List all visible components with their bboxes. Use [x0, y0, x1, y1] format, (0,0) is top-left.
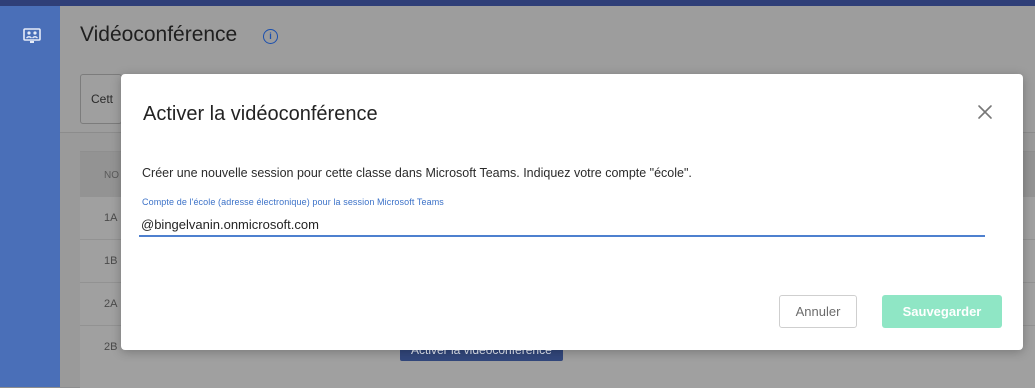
- close-button[interactable]: [973, 100, 997, 124]
- class-filter-text: Cett: [91, 92, 114, 106]
- dialog-title: Activer la vidéoconférence: [143, 103, 378, 125]
- row-class-name: 2A: [104, 298, 118, 310]
- class-filter-select[interactable]: Cett: [80, 74, 122, 124]
- sidebar: [0, 6, 60, 387]
- row-class-name: 1B: [104, 255, 118, 267]
- row-class-name: 1A: [104, 212, 118, 224]
- close-icon: [978, 105, 992, 119]
- dialog-description: Créer une nouvelle session pour cette cl…: [142, 166, 692, 180]
- videoconference-icon[interactable]: [23, 28, 41, 44]
- save-button[interactable]: Sauvegarder: [882, 295, 1002, 328]
- info-icon[interactable]: i: [263, 29, 278, 44]
- email-field-label: Compte de l'école (adresse électronique)…: [142, 197, 444, 207]
- cancel-button[interactable]: Annuler: [779, 295, 857, 328]
- page-title: Vidéoconférence: [80, 23, 238, 46]
- row-class-name: 2B: [104, 341, 118, 353]
- school-email-input[interactable]: [139, 213, 985, 237]
- activate-videoconference-dialog: Activer la vidéoconférence Créer une nou…: [121, 74, 1023, 350]
- column-header-name: NO: [104, 170, 119, 181]
